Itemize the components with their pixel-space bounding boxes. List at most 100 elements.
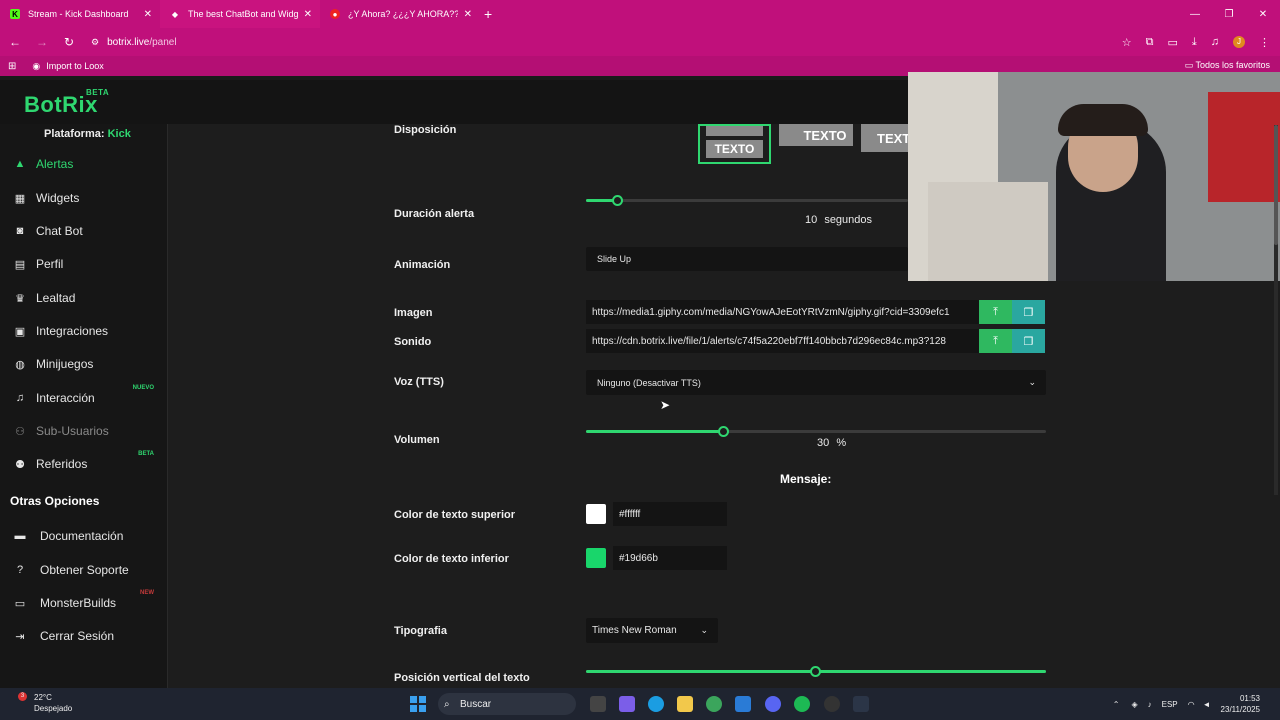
mensaje-title: Mensaje: <box>780 472 832 486</box>
obs-icon[interactable] <box>824 696 840 712</box>
slider-knob[interactable] <box>810 666 821 677</box>
clock[interactable]: 01:53 23/11/2025 <box>1221 693 1260 715</box>
close-window-icon[interactable]: ✕ <box>1246 9 1280 20</box>
volumen-number: 30 <box>817 437 830 449</box>
volumen-unit: % <box>836 437 847 449</box>
layout-option-overlay[interactable]: TEXTO <box>861 124 920 152</box>
restore-icon[interactable]: ❐ <box>1212 9 1246 20</box>
discord-icon[interactable] <box>765 696 781 712</box>
wifi-icon[interactable]: ◠ <box>1188 700 1195 709</box>
bookmark-item[interactable]: ◉ Import to Loox <box>32 61 103 72</box>
sidebar-item-documentacion[interactable]: ▬ Documentación <box>12 525 162 547</box>
close-icon[interactable]: ✕ <box>464 9 472 20</box>
windows-start-icon[interactable] <box>410 696 426 712</box>
color-inferior-input[interactable]: #19d66b <box>613 546 727 570</box>
tab-kick[interactable]: K Stream - Kick Dashboard ✕ <box>0 0 160 28</box>
chrome-icon[interactable] <box>706 696 722 712</box>
boxes <box>928 182 1048 281</box>
color-inferior-swatch[interactable] <box>586 548 606 568</box>
forward-icon[interactable]: → <box>30 35 54 49</box>
slider-fill <box>586 430 724 433</box>
sonido-url-input[interactable]: https://cdn.botrix.live/file/1/alerts/c7… <box>586 329 979 353</box>
layout-option-side[interactable]: TEXTO <box>779 124 853 146</box>
windows-taskbar: 3 22°C Despejado ⌕ Buscar ⌃ ◈ ♪ ESP ◠ ◄ … <box>0 688 1280 720</box>
app-icon[interactable] <box>853 696 869 712</box>
volumen-label: Volumen <box>394 434 440 446</box>
chevron-up-icon[interactable]: ⌃ <box>1113 700 1120 709</box>
download-icon[interactable]: ⤓ <box>1192 36 1197 49</box>
tipografia-select[interactable]: Times New Roman ⌄ <box>586 618 718 643</box>
close-icon[interactable]: ✕ <box>304 9 312 20</box>
copilot-icon[interactable] <box>619 696 635 712</box>
scrollbar-thumb[interactable] <box>1274 125 1278 245</box>
minimize-icon[interactable]: — <box>1178 9 1212 20</box>
sound-library-button[interactable]: ❐ <box>1012 329 1045 353</box>
close-icon[interactable]: ✕ <box>144 9 152 20</box>
mic-icon[interactable]: ♪ <box>1148 700 1152 709</box>
animacion-select[interactable]: Slide Up <box>586 247 908 271</box>
url-field[interactable]: ⚙ botrix.live /panel <box>91 37 177 48</box>
reload-icon[interactable]: ↻ <box>57 35 81 49</box>
image-library-button[interactable]: ❐ <box>1012 300 1045 324</box>
taskbar-search[interactable]: ⌕ Buscar <box>438 693 576 715</box>
language-indicator[interactable]: ESP <box>1162 700 1178 709</box>
sidebar-item-label: Perfil <box>36 257 64 271</box>
extensions-icon[interactable]: ⧉ <box>1146 36 1154 49</box>
star-icon[interactable]: ☆ <box>1122 36 1132 49</box>
sidebar-item-alertas[interactable]: ▲ Alertas <box>12 153 162 175</box>
store-icon[interactable] <box>735 696 751 712</box>
animacion-value: Slide Up <box>597 254 632 264</box>
sidebar-item-lealtad[interactable]: ♛ Lealtad <box>12 287 162 309</box>
sidebar-item-interaccion[interactable]: ♫ Interacción NUEVO <box>12 385 162 409</box>
profile-avatar[interactable]: J <box>1233 36 1245 48</box>
url-path: /panel <box>149 36 177 48</box>
duracion-slider[interactable] <box>586 195 908 206</box>
edge-icon[interactable] <box>648 696 664 712</box>
sidebar-item-referidos[interactable]: ⚉ Referidos BETA <box>12 451 162 475</box>
voz-label: Voz (TTS) <box>394 376 444 388</box>
tab-youtube[interactable]: ● ¿Y Ahora? ¿¿¿Y AHORA??!: bot ✕ <box>320 0 480 28</box>
sidebar-item-integraciones[interactable]: ▣ Integraciones <box>12 320 162 342</box>
sidebar-item-monsterbuilds[interactable]: ▭ MonsterBuilds NEW <box>12 590 162 614</box>
network-icon[interactable]: ◈ <box>1131 700 1137 709</box>
cast-icon[interactable]: ▭ <box>1167 36 1177 49</box>
color-superior-input[interactable]: #ffffff <box>613 502 727 526</box>
sidebar-item-subusuarios[interactable]: ⚇ Sub-Usuarios <box>12 420 162 442</box>
search-label: Buscar <box>460 698 492 710</box>
sidebar-item-widgets[interactable]: ▦ Widgets <box>12 187 162 209</box>
sidebar-item-minijuegos[interactable]: ◍ Minijuegos <box>12 353 162 375</box>
media-icon[interactable]: ♫ <box>1211 36 1219 48</box>
tab-botrix[interactable]: ◆ The best ChatBot and Widgets ✕ <box>160 0 320 28</box>
layout-option-selected[interactable]: TEXTO <box>698 124 771 164</box>
sidebar-item-perfil[interactable]: ▤ Perfil <box>12 253 162 275</box>
weather-widget[interactable]: 3 22°C Despejado <box>18 692 72 714</box>
voz-select[interactable]: Ninguno (Desactivar TTS) ⌄ <box>586 370 1046 395</box>
sidebar-item-soporte[interactable]: ? Obtener Soporte <box>12 559 162 581</box>
new-tab-button[interactable]: + <box>484 6 492 22</box>
platform-value: Kick <box>107 128 131 140</box>
upload-image-button[interactable]: ⤒ <box>979 300 1012 324</box>
color-superior-swatch[interactable] <box>586 504 606 524</box>
site-info-icon[interactable]: ⚙ <box>91 37 99 48</box>
imagen-url-input[interactable]: https://media1.giphy.com/media/NGYowAJeE… <box>586 300 979 324</box>
botrix-logo[interactable]: BotRix BETA <box>24 88 109 118</box>
page-scrollbar[interactable] <box>1274 125 1278 495</box>
webcam-overlay <box>908 72 1280 281</box>
posicion-slider[interactable] <box>586 666 1046 677</box>
apps-icon[interactable]: ⊞ <box>8 61 16 72</box>
chevron-down-icon: ⌄ <box>1028 377 1036 387</box>
volumen-slider[interactable] <box>586 426 1046 437</box>
upload-sound-button[interactable]: ⤒ <box>979 329 1012 353</box>
gamepad-icon: ◍ <box>15 358 25 371</box>
favorites-folder[interactable]: ▭ Todos los favoritos <box>1185 60 1270 71</box>
sidebar-item-cerrar-sesion[interactable]: ⇥ Cerrar Sesión <box>12 625 162 647</box>
menu-icon[interactable]: ⋮ <box>1259 36 1270 49</box>
spotify-icon[interactable] <box>794 696 810 712</box>
sidebar-item-chatbot[interactable]: ◙ Chat Bot <box>12 220 162 242</box>
slider-knob[interactable] <box>718 426 729 437</box>
file-explorer-icon[interactable] <box>677 696 693 712</box>
back-icon[interactable]: ← <box>3 35 27 49</box>
browser-toolbar: ☆ ⧉ ▭ ⤓ ♫ J ⋮ <box>1122 28 1270 56</box>
task-view-icon[interactable] <box>590 696 606 712</box>
volume-icon[interactable]: ◄ <box>1203 700 1211 709</box>
